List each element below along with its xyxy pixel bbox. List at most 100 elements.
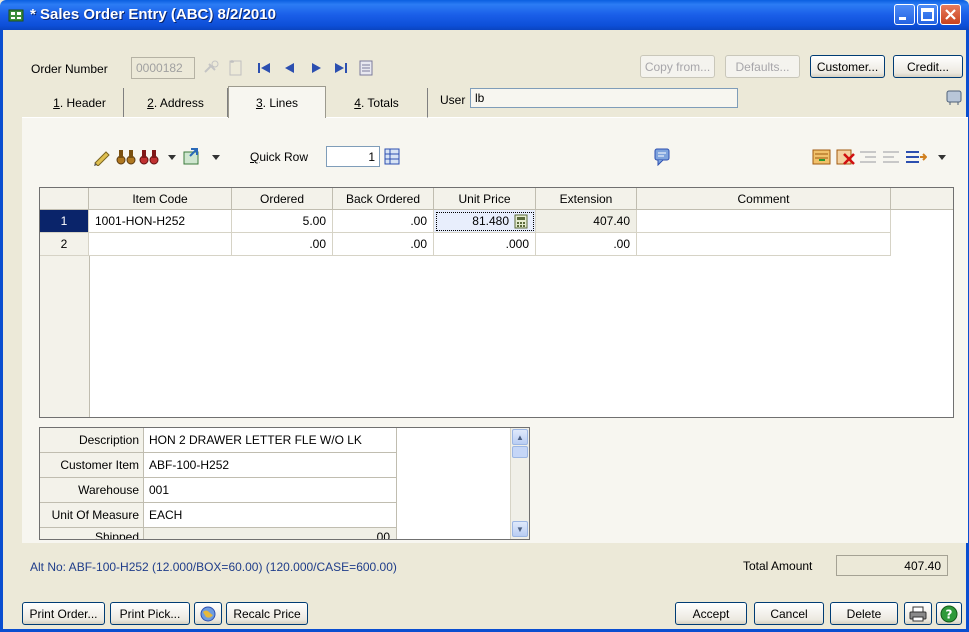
tab-address-hotkey: 2 [147,95,154,110]
cell-back-ordered[interactable]: .00 [333,233,434,256]
print-button[interactable] [904,602,932,625]
item-lookup-icon[interactable] [183,148,205,166]
cell-comment[interactable] [637,210,891,233]
dropdown-arrow-icon[interactable] [168,155,176,161]
user-field[interactable]: lb [470,88,738,108]
tab-lines[interactable]: 3. Lines [228,86,326,118]
tab-totals[interactable]: 4. Totals [326,88,428,118]
tab-address-label: . Address [153,95,204,110]
tab-header[interactable]: 1. Header [36,88,124,118]
cell-item-code[interactable]: 1001-HON-H252 [89,210,232,233]
next-record-icon[interactable] [310,62,322,74]
alt-item-info: Alt No: ABF-100-H252 (12.000/BOX=60.00) … [30,560,397,574]
detail-value-unit-of-measure[interactable]: EACH [144,503,397,528]
tab-header-label: . Header [59,95,106,110]
cell-extension: 407.40 [536,210,637,233]
help-button[interactable]: ? [936,602,962,625]
quick-row-label: Quick Row [250,150,309,164]
memo-icon[interactable] [945,88,963,106]
indent-icon [860,151,876,163]
credit-button[interactable]: Credit... [893,55,963,78]
line-detail-panel[interactable]: Description HON 2 DRAWER LETTER FLE W/O … [39,427,530,540]
outdent-icon [883,151,899,163]
column-header-unit-price[interactable]: Unit Price [434,188,536,210]
minimize-button[interactable] [894,4,915,25]
tab-address[interactable]: 2. Address [124,88,228,118]
detail-label-description: Description [40,428,144,453]
close-icon [945,9,956,20]
detail-label-shipped: Shipped [40,528,144,539]
delete-row-icon[interactable] [836,148,856,166]
total-amount-label: Total Amount [743,559,813,573]
quick-row-input[interactable]: 1 [326,146,380,167]
scroll-down-button[interactable]: ▼ [512,521,528,537]
scroll-up-button[interactable]: ▲ [512,429,528,445]
copy-from-button[interactable]: Copy from... [640,55,715,78]
previous-record-icon[interactable] [284,62,296,74]
lookup-icon[interactable] [203,60,221,76]
tab-lines-label: . Lines [262,95,299,110]
detail-value-description[interactable]: HON 2 DRAWER LETTER FLE W/O LK [144,428,397,453]
tab-totals-hotkey: 4 [354,95,361,110]
go-to-row-icon[interactable] [384,148,400,165]
column-header-ordered[interactable]: Ordered [232,188,333,210]
cell-ordered[interactable]: 5.00 [232,210,333,233]
detail-scrollbar[interactable]: ▲ ▼ [510,428,529,539]
binoculars-icon[interactable] [116,148,136,166]
column-header-filler [891,188,953,210]
row-header-1[interactable]: 1 [40,210,89,233]
globe-icon [200,606,216,621]
close-button[interactable] [940,4,961,25]
dropdown-arrow-2-icon[interactable] [212,155,220,161]
dropdown-arrow-3-icon[interactable] [938,155,946,161]
maximize-button[interactable] [917,4,938,25]
detail-value-warehouse[interactable]: 001 [144,478,397,503]
cell-back-ordered[interactable]: .00 [333,210,434,233]
order-number-field[interactable]: 0000182 [131,57,195,79]
cell-unit-price[interactable]: .000 [434,233,536,256]
detail-value-shipped: .00 [144,528,397,539]
minimize-icon [899,17,906,20]
pencil-icon[interactable] [92,148,112,166]
printer-icon [909,606,927,621]
scroll-thumb[interactable] [512,446,528,458]
maximize-icon [921,8,934,21]
tab-lines-hotkey: 3 [255,95,263,110]
defaults-button[interactable]: Defaults... [725,55,800,78]
calculator-icon[interactable] [514,214,528,229]
accept-button[interactable]: Accept [675,602,747,625]
row-header-filler [40,256,90,417]
column-header-comment[interactable]: Comment [637,188,891,210]
print-order-button[interactable]: Print Order... [22,602,105,625]
detail-label-warehouse: Warehouse [40,478,144,503]
order-number-label: Order Number [31,62,108,76]
app-icon [8,9,24,22]
column-header-item-code[interactable]: Item Code [89,188,232,210]
user-label: User [440,93,466,107]
insert-row-icon[interactable] [812,148,832,166]
detail-label-unit-of-measure: Unit Of Measure [40,503,144,528]
comment-icon[interactable] [654,148,670,166]
sort-icon[interactable] [905,148,927,166]
detail-value-customer-item[interactable]: ABF-100-H252 [144,453,397,478]
cell-item-code[interactable] [89,233,232,256]
binoculars-next-icon[interactable] [139,148,159,166]
customer-button[interactable]: Customer... [810,55,885,78]
globe-button[interactable] [194,602,222,625]
delete-button[interactable]: Delete [830,602,898,625]
help-icon: ? [940,605,958,622]
print-pick-button[interactable]: Print Pick... [110,602,190,625]
cancel-button[interactable]: Cancel [754,602,824,625]
new-document-icon[interactable] [228,59,244,77]
last-record-icon[interactable] [334,62,348,74]
row-header-2[interactable]: 2 [40,233,89,256]
recalc-price-button[interactable]: Recalc Price [226,602,308,625]
tab-totals-label: . Totals [360,95,399,110]
lines-grid[interactable]: Item Code Ordered Back Ordered Unit Pric… [39,187,954,418]
column-header-extension[interactable]: Extension [536,188,637,210]
column-header-back-ordered[interactable]: Back Ordered [333,188,434,210]
cell-comment[interactable] [637,233,891,256]
list-icon[interactable] [359,60,373,76]
first-record-icon[interactable] [258,62,272,74]
cell-ordered[interactable]: .00 [232,233,333,256]
